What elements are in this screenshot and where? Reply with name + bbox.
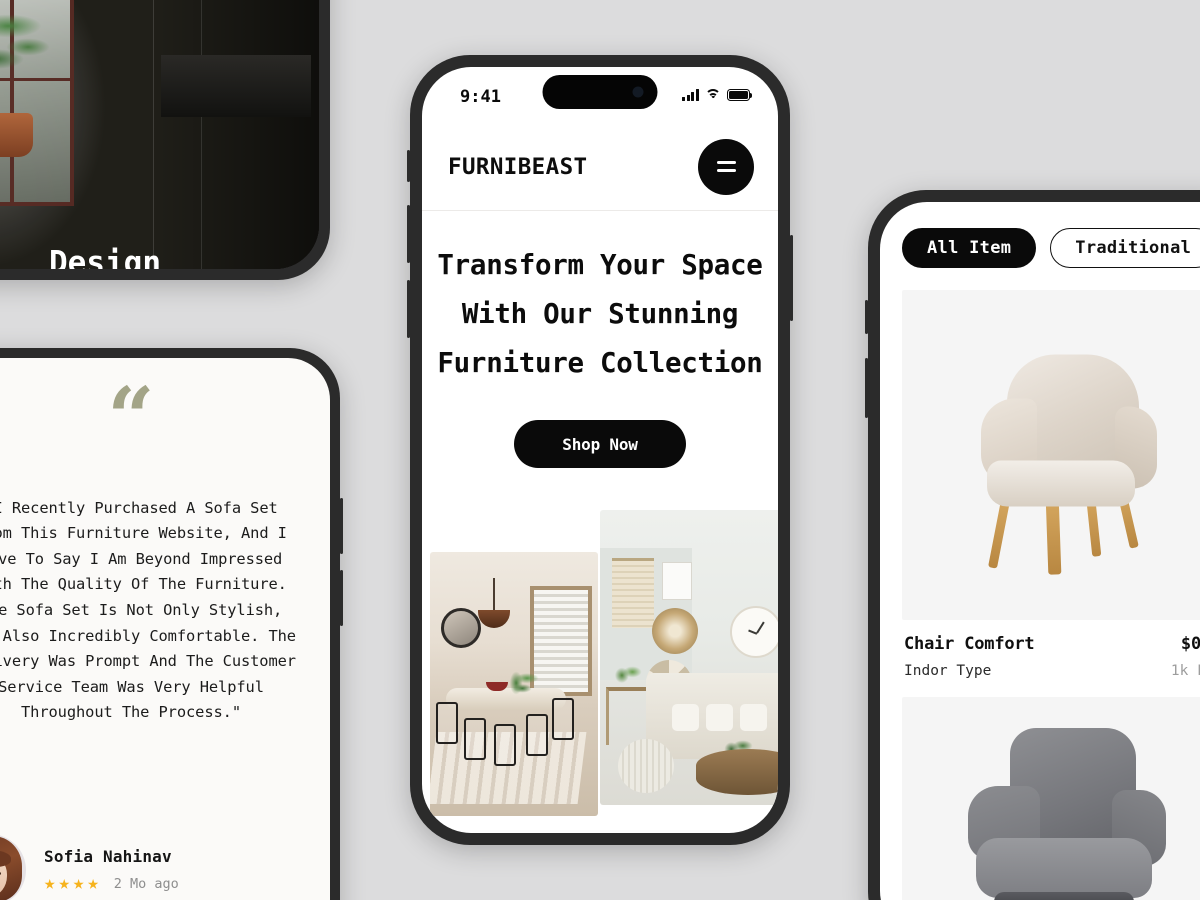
home-screen: 9:41 FURNIBEAST Transform Your Space Wit…	[422, 67, 778, 833]
product-card[interactable]	[902, 697, 1200, 900]
testimonial-screen: “ "I Recently Purchased A Sofa Set From …	[0, 358, 330, 900]
status-time: 9:41	[460, 87, 501, 107]
hamburger-menu-icon[interactable]	[698, 138, 754, 195]
testimonial-text: "I Recently Purchased A Sofa Set From Th…	[0, 498, 296, 722]
dark-interior-photo	[0, 0, 319, 269]
hero-headline-line-3: Furniture Collection	[437, 347, 763, 379]
reviewer-name: Sofia Nahinav	[44, 847, 172, 866]
living-room-photo	[600, 510, 778, 805]
hero-image-group	[422, 510, 778, 816]
phone-mockup-catalog: All Item Traditional Chair Comfort Indor…	[865, 190, 1200, 900]
process-screen: Consultation 1. Design	[0, 0, 319, 269]
battery-full-icon	[727, 89, 753, 101]
beige-armchair-photo	[902, 290, 1200, 620]
shop-now-button[interactable]: Shop Now	[514, 420, 686, 468]
phone-mockup-process: Consultation 1. Design	[0, 0, 330, 280]
product-card[interactable]: Chair Comfort Indor Type $0,86 1k Like	[902, 290, 1200, 679]
dynamic-island	[542, 75, 658, 109]
filter-chip-all-item[interactable]: All Item	[902, 228, 1037, 268]
grey-armchair-photo	[902, 697, 1200, 900]
phone-mockup-home: 9:41 FURNIBEAST Transform Your Space Wit…	[407, 55, 793, 845]
filter-chip-traditional[interactable]: Traditional	[1050, 228, 1200, 268]
hero-headline: Transform Your Space With Our Stunning F…	[422, 241, 778, 388]
cellular-bars-icon	[682, 89, 699, 101]
status-bar: 9:41	[422, 67, 778, 123]
catalog-screen: All Item Traditional Chair Comfort Indor…	[880, 202, 1200, 900]
hero-headline-line-1: Transform Your Space	[437, 249, 763, 281]
product-price: $0,86	[1180, 634, 1200, 654]
product-type: Indor Type	[904, 663, 992, 679]
hero-headline-line-2: With Our Stunning	[461, 298, 739, 330]
brand-logo: FURNIBEAST	[448, 153, 588, 180]
screenshot-stage: Consultation 1. Design “ "I Recently Pur…	[0, 0, 1200, 900]
wifi-icon	[705, 89, 721, 101]
filter-chip-row[interactable]: All Item Traditional	[880, 202, 1200, 290]
process-step-title-bottom: Design	[49, 245, 161, 269]
phone-mockup-testimonial: “ "I Recently Purchased A Sofa Set From …	[0, 348, 343, 900]
star-rating-icon: ★★★★	[44, 872, 102, 894]
reviewer-block: Sofia Nahinav ★★★★ 2 Mo ago	[0, 834, 179, 900]
dining-room-photo	[430, 552, 598, 816]
app-bar: FURNIBEAST	[422, 123, 778, 211]
product-name: Chair Comfort	[904, 634, 1035, 654]
avatar	[0, 834, 26, 900]
product-likes: 1k Like	[1170, 663, 1200, 679]
review-time-ago: 2 Mo ago	[113, 875, 179, 892]
quote-mark-icon: “	[107, 370, 155, 466]
